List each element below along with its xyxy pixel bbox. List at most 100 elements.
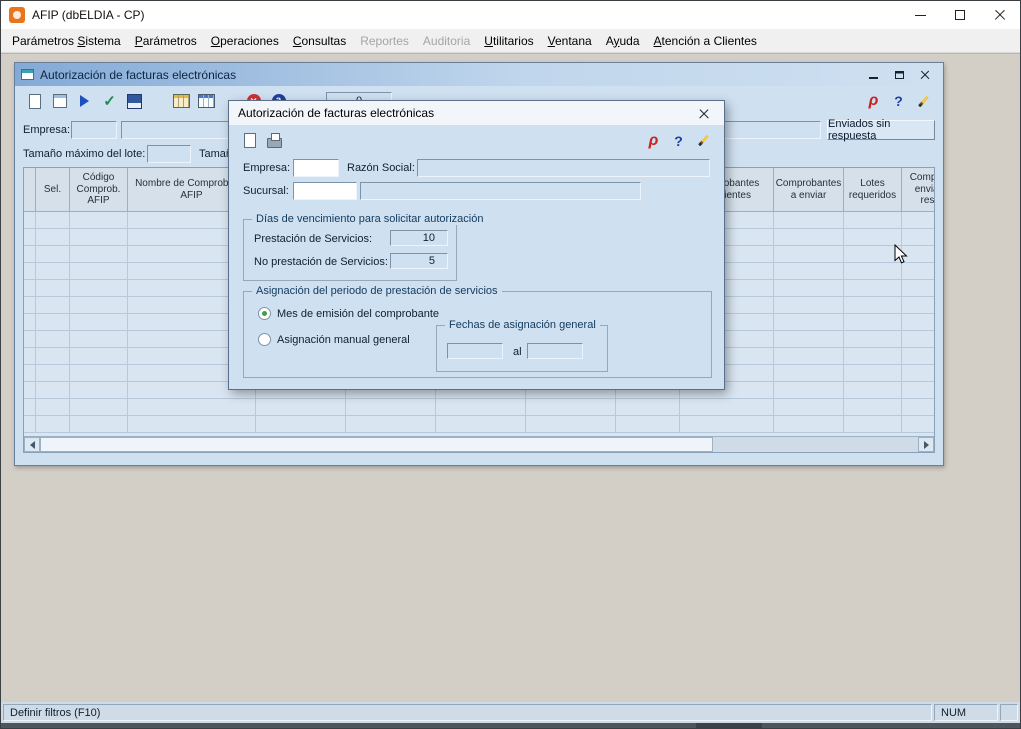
radio-mes-emision[interactable]: Mes de emisión del comprobante [258, 307, 439, 320]
razon-social-label: Razón Social: [347, 162, 415, 174]
status-message: Definir filtros (F10) [3, 704, 932, 721]
child-close-button[interactable] [917, 67, 933, 83]
maximize-button[interactable] [940, 1, 980, 29]
table-cell [902, 229, 934, 246]
dialog-empresa-label: Empresa: [243, 162, 290, 174]
menu-item-parametros-sistema[interactable]: Parámetros Sistema [5, 30, 128, 52]
table-cell [844, 314, 902, 331]
table-cell [902, 399, 934, 416]
grid-window-icon [21, 69, 34, 80]
column-header[interactable]: Código Comprob. AFIP [70, 168, 128, 212]
scrollbar-thumb[interactable] [40, 437, 713, 452]
menu-item-utilitarios[interactable]: Utilitarios [477, 30, 540, 52]
table-cell [70, 365, 128, 382]
dialog-toolbar [229, 126, 724, 155]
column-header[interactable]: Comprobantes a enviar [774, 168, 844, 212]
menu-item-parametros[interactable]: Parámetros [128, 30, 204, 52]
table-cell [24, 246, 36, 263]
column-header[interactable]: Lotes requeridos [844, 168, 902, 212]
close-button[interactable] [980, 1, 1020, 29]
menu-item-ayuda[interactable]: Ayuda [599, 30, 647, 52]
help-button[interactable] [667, 130, 690, 152]
radio-asignacion-manual[interactable]: Asignación manual general [258, 333, 410, 346]
horizontal-scrollbar[interactable] [24, 436, 934, 452]
table-cell [616, 416, 680, 433]
properties-button[interactable] [48, 90, 71, 112]
table-icon [173, 93, 190, 110]
table-cell [24, 365, 36, 382]
child-restore-button[interactable] [891, 67, 907, 83]
fecha-desde-field [447, 343, 503, 359]
run-button[interactable] [73, 90, 96, 112]
table-button[interactable] [170, 90, 193, 112]
table-cell [902, 314, 934, 331]
enviados-sin-respuesta-button[interactable]: Enviados sin respuesta [827, 120, 935, 140]
menu-item-ventana[interactable]: Ventana [541, 30, 599, 52]
radio-button-icon [258, 307, 271, 320]
new-button[interactable] [238, 130, 261, 152]
column-header[interactable]: Comprobantes enviados sin respuesta [902, 168, 934, 212]
edit-button[interactable] [912, 90, 935, 112]
grid-button[interactable] [195, 90, 218, 112]
grid-icon [198, 93, 215, 110]
table-cell [70, 280, 128, 297]
prestacion-label: Prestación de Servicios: [254, 233, 372, 245]
table-cell [774, 280, 844, 297]
table-cell [774, 382, 844, 399]
table-cell [36, 331, 70, 348]
table-cell [902, 212, 934, 229]
table-cell [616, 399, 680, 416]
save-icon [126, 93, 143, 110]
status-end-panel [1000, 704, 1018, 721]
child-window-controls [865, 67, 933, 83]
table-cell [774, 229, 844, 246]
window-title: AFIP (dbELDIA - CP) [32, 8, 144, 22]
scroll-right-button[interactable] [918, 437, 934, 452]
print-button[interactable] [263, 130, 286, 152]
save-button[interactable] [123, 90, 146, 112]
scroll-left-button[interactable] [24, 437, 40, 452]
table-cell [70, 212, 128, 229]
dialog-empresa-field[interactable] [293, 159, 339, 177]
exit-icon [645, 132, 662, 149]
new-button[interactable] [23, 90, 46, 112]
child-minimize-button[interactable] [865, 67, 881, 83]
help-button[interactable] [887, 90, 910, 112]
table-cell [24, 297, 36, 314]
table-cell [844, 348, 902, 365]
no-prestacion-dias-field[interactable]: 5 [390, 253, 448, 269]
app-window: AFIP (dbELDIA - CP) Parámetros SistemaPa… [0, 0, 1021, 729]
tamano-lote-field[interactable] [147, 145, 191, 163]
column-header[interactable]: Sel. [36, 168, 70, 212]
menu-item-operaciones[interactable]: Operaciones [204, 30, 286, 52]
exit-button[interactable] [642, 130, 665, 152]
minimize-button[interactable] [900, 1, 940, 29]
child-window-title: Autorización de facturas electrónicas [40, 68, 236, 82]
menu-item-auditoria: Auditoria [416, 30, 477, 52]
table-cell [902, 246, 934, 263]
table-cell [774, 246, 844, 263]
minimize-icon [915, 15, 926, 16]
dialog-close-button[interactable] [689, 104, 719, 123]
child-title-bar[interactable]: Autorización de facturas electrónicas [15, 63, 943, 86]
confirm-button[interactable] [98, 90, 121, 112]
table-row[interactable] [24, 399, 934, 416]
window-bottom-edge [1, 723, 1020, 728]
taskbar-fragment [696, 723, 762, 728]
menu-item-consultas[interactable]: Consultas [286, 30, 353, 52]
table-cell [36, 382, 70, 399]
vencimiento-groupbox: Días de vencimiento para solicitar autor… [243, 219, 457, 281]
table-cell [24, 399, 36, 416]
window-controls [900, 1, 1020, 29]
table-row[interactable] [24, 416, 934, 433]
prestacion-dias-field[interactable]: 10 [390, 230, 448, 246]
exit-icon [865, 93, 882, 110]
menu-item-atencion-a-clientes[interactable]: Atención a Clientes [647, 30, 764, 52]
sucursal-field[interactable] [293, 182, 357, 200]
table-cell [256, 416, 346, 433]
edit-button[interactable] [692, 130, 715, 152]
dialog-title-bar[interactable]: Autorización de facturas electrónicas [229, 101, 724, 126]
table-cell [36, 314, 70, 331]
column-header[interactable] [24, 168, 36, 212]
exit-button[interactable] [862, 90, 885, 112]
